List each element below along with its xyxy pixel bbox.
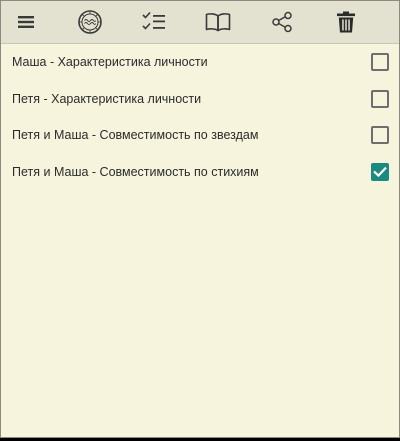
- list-item-label: Петя и Маша - Совместимость по стихиям: [12, 164, 259, 179]
- trash-icon: [337, 11, 355, 33]
- share-icon: [271, 11, 293, 33]
- delete-button[interactable]: [324, 1, 368, 43]
- open-book-icon: [205, 12, 231, 32]
- list-item-checkbox[interactable]: [371, 126, 389, 145]
- list-item-checkbox[interactable]: [371, 89, 389, 108]
- list-item-label: Петя и Маша - Совместимость по звездам: [12, 128, 259, 143]
- menu-button[interactable]: [4, 1, 48, 43]
- checklist-icon: [142, 11, 166, 33]
- list-item[interactable]: Петя - Характеристика личности: [1, 81, 399, 118]
- list-item-label: Маша - Характеристика личности: [12, 55, 208, 70]
- menu-icon: [18, 15, 34, 29]
- list-item[interactable]: Маша - Характеристика личности: [1, 44, 399, 81]
- zodiac-wheel-icon: [78, 10, 102, 34]
- report-list: Маша - Характеристика личности Петя - Ха…: [1, 44, 399, 190]
- book-button[interactable]: [196, 1, 240, 43]
- list-item-checkbox[interactable]: [371, 162, 389, 181]
- checklist-button[interactable]: [132, 1, 176, 43]
- list-item[interactable]: Петя и Маша - Совместимость по стихиям: [1, 154, 399, 191]
- toolbar: [1, 1, 399, 44]
- checkmark-icon: [373, 166, 387, 177]
- list-item-checkbox[interactable]: [371, 53, 389, 72]
- app-window: Маша - Характеристика личности Петя - Ха…: [0, 0, 400, 438]
- list-item[interactable]: Петя и Маша - Совместимость по звездам: [1, 117, 399, 154]
- list-item-label: Петя - Характеристика личности: [12, 91, 202, 106]
- share-button[interactable]: [260, 1, 304, 43]
- zodiac-wheel-button[interactable]: [68, 1, 112, 43]
